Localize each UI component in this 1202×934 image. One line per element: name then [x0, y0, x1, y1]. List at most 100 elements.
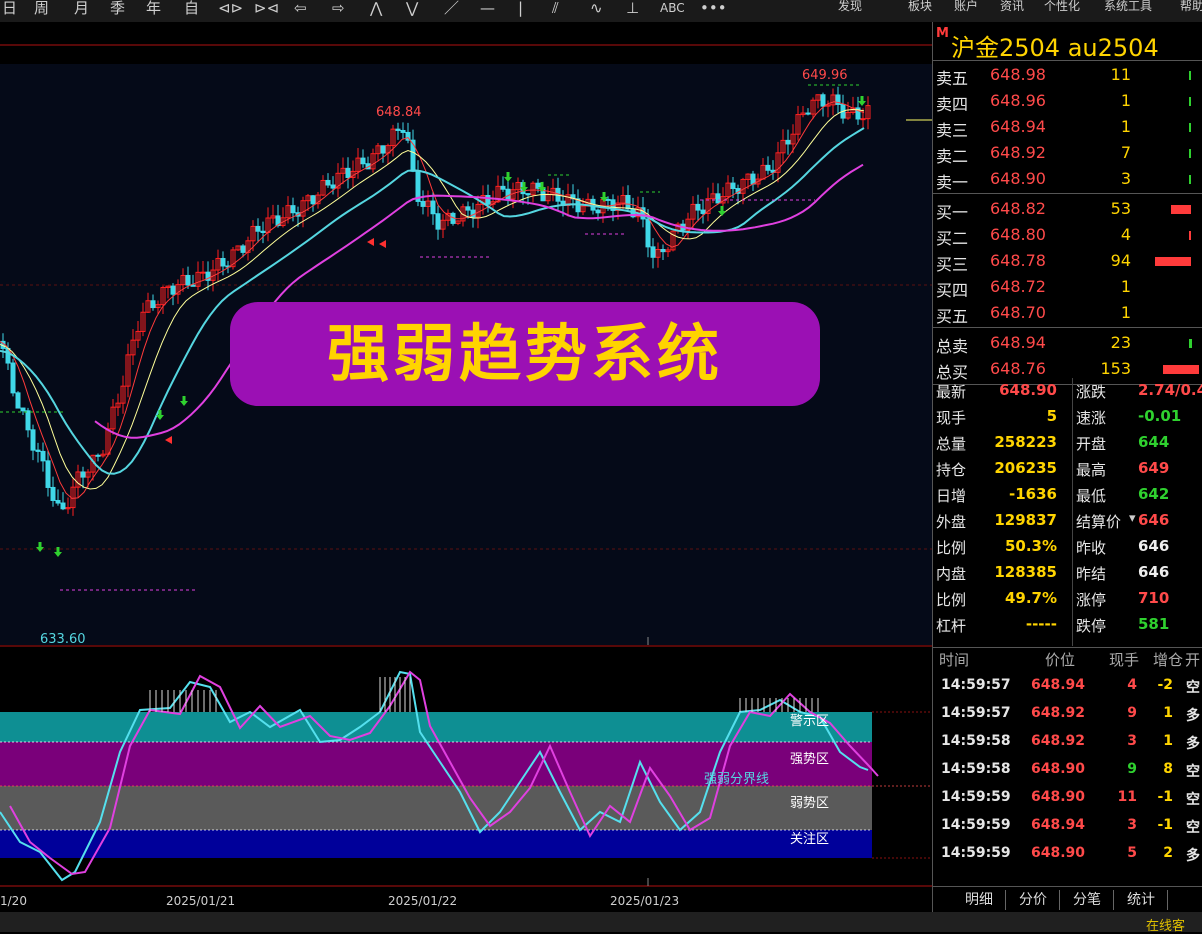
period-custom-button[interactable]: 自	[184, 0, 199, 20]
tick-time: 14:59:58	[941, 761, 1011, 777]
period-month-button[interactable]: 月	[74, 0, 89, 20]
asks-volume-bar	[1189, 149, 1191, 158]
wave-tool-icon[interactable]: ∿	[590, 0, 603, 20]
total-volume-bar	[1189, 339, 1192, 348]
tick-header: 价位	[1045, 651, 1076, 669]
down-chevron-icon[interactable]: ⋁	[406, 0, 418, 20]
channel-tool-icon[interactable]: ⫽	[552, 0, 559, 20]
tick-row[interactable]: 14:59:58 648.92 3 1 多	[933, 728, 1202, 756]
online-status[interactable]: 在线客	[1146, 915, 1185, 934]
scroll-right-icon[interactable]: ⇨	[332, 0, 345, 20]
tick-row[interactable]: 14:59:58 648.90 9 8 空	[933, 756, 1202, 784]
more-icon[interactable]: •••	[700, 0, 727, 20]
quote-value: 5	[1046, 407, 1057, 425]
tick-row[interactable]: 14:59:57 648.94 4 -2 空	[933, 672, 1202, 700]
period-season-button[interactable]: 季	[110, 0, 125, 20]
candle-body	[185, 274, 191, 286]
quote-key: 内盘	[936, 565, 967, 583]
menu-system-tools[interactable]: 系统工具	[1104, 0, 1152, 20]
menu-sector[interactable]: 板块	[908, 0, 932, 20]
candle-body	[700, 209, 706, 214]
hline-tool-icon[interactable]: —	[480, 0, 495, 20]
candle-body	[40, 450, 46, 462]
asks-row[interactable]: 卖四 648.96 1	[933, 88, 1202, 114]
period-week-button[interactable]: 周	[34, 0, 49, 20]
zoom-out-icon[interactable]: ⊲⊳	[218, 0, 243, 20]
period-day-button[interactable]: 日	[2, 0, 17, 20]
candle-body	[260, 230, 266, 234]
detail-tab[interactable]: 明细	[953, 890, 1006, 910]
tick-row[interactable]: 14:59:59 648.94 3 -1 空	[933, 812, 1202, 840]
text-tool-icon[interactable]: ABC	[660, 0, 685, 20]
period-year-button[interactable]: 年	[146, 0, 161, 20]
bids-volume: 4	[1120, 225, 1131, 244]
quote-value: 648.90	[999, 381, 1057, 399]
tick-row[interactable]: 14:59:57 648.92 9 1 多	[933, 700, 1202, 728]
quote-row: 比例 49.7% 涨停 710	[933, 585, 1202, 611]
asks-row[interactable]: 卖三 648.94 1	[933, 114, 1202, 140]
candle-body	[860, 118, 866, 121]
tick-position-change: -1	[1157, 817, 1173, 833]
bids-row[interactable]: 买四 648.72 1	[933, 274, 1202, 300]
bids-label: 买二	[936, 229, 969, 248]
asks-volume-bar	[1189, 97, 1191, 106]
bids-row[interactable]: 买五 648.70 1	[933, 300, 1202, 326]
menu-news[interactable]: 资讯	[1000, 0, 1024, 20]
quote-value: 128385	[994, 563, 1057, 581]
menu-account[interactable]: 账户	[954, 0, 978, 20]
line-tool-icon[interactable]: ／	[444, 0, 459, 20]
quote-value: 646	[1138, 563, 1170, 581]
up-chevron-icon[interactable]: ⋀	[370, 0, 382, 20]
asks-volume: 11	[1110, 65, 1131, 84]
quote-key: 总量	[936, 435, 967, 453]
asks-row[interactable]: 卖一 648.90 3	[933, 166, 1202, 192]
zoom-in-icon[interactable]: ⊳⊲	[254, 0, 279, 20]
bids-row[interactable]: 买三 648.78 94	[933, 248, 1202, 274]
bids-row[interactable]: 买一 648.82 53	[933, 196, 1202, 222]
tick-price: 648.92	[1031, 733, 1086, 749]
candle-body	[465, 206, 471, 211]
vline-tool-icon[interactable]: |	[518, 0, 523, 20]
menu-help[interactable]: 帮助	[1180, 0, 1202, 20]
candle-body	[650, 246, 656, 258]
candle-body	[500, 185, 506, 190]
settlement-dropdown-icon[interactable]: ▾	[1129, 511, 1136, 526]
asks-row[interactable]: 卖二 648.92 7	[933, 140, 1202, 166]
asks-row[interactable]: 卖五 648.98 11	[933, 62, 1202, 88]
menu-discover[interactable]: 发现	[838, 0, 862, 20]
zone-weak-label: 弱势区	[790, 796, 830, 811]
asks-label: 卖三	[936, 121, 969, 140]
asks-label: 卖二	[936, 147, 969, 166]
total-volume-bar	[1163, 365, 1199, 374]
tick-price: 648.90	[1031, 761, 1086, 777]
candle-body	[310, 195, 316, 205]
tick-row[interactable]: 14:59:59 648.90 11 -1 空	[933, 784, 1202, 812]
zone-divider-label: 强弱分界线	[704, 772, 770, 787]
candle-body	[805, 112, 811, 115]
detail-tab[interactable]: 分价	[1007, 890, 1060, 910]
candle-body	[360, 157, 366, 165]
asks-volume: 1	[1120, 91, 1131, 110]
asks-label: 卖四	[936, 95, 969, 114]
candle-body	[820, 94, 826, 107]
title-banner: 强弱趋势系统	[230, 302, 820, 406]
kline-chart-canvas[interactable]	[0, 22, 932, 912]
tick-header: 现手	[1109, 651, 1140, 669]
kline-chart[interactable]: 649.96 648.84 633.60 警示区 强势区 强弱分界线 弱势区 关…	[0, 22, 932, 912]
quote-panel: M 沪金2504 au2504 卖五 648.98 11 卖四 648.96 1 卖三 648…	[932, 22, 1202, 912]
top-toolbar: 日 周 月 季 年 自 ⊲⊳ ⊳⊲ ⇦ ⇨ ⋀ ⋁ ／ — | ⫽ ∿ ⊥ AB…	[0, 0, 1202, 23]
detail-tab[interactable]: 分笔	[1061, 890, 1114, 910]
candle-body	[45, 460, 51, 488]
candle-body	[190, 284, 196, 287]
quote-value: 129837	[994, 511, 1057, 529]
bids-volume-bar	[1171, 205, 1191, 214]
scroll-left-icon[interactable]: ⇦	[294, 0, 307, 20]
tick-row[interactable]: 14:59:59 648.90 5 2 多	[933, 840, 1202, 868]
tick-price: 648.90	[1031, 845, 1086, 861]
detail-tab[interactable]: 统计	[1115, 890, 1168, 910]
menu-personal[interactable]: 个性化	[1044, 0, 1080, 20]
level-tool-icon[interactable]: ⊥	[626, 0, 639, 20]
tick-position-change: -2	[1157, 677, 1173, 693]
bids-row[interactable]: 买二 648.80 4	[933, 222, 1202, 248]
asks-label: 卖五	[936, 69, 969, 88]
